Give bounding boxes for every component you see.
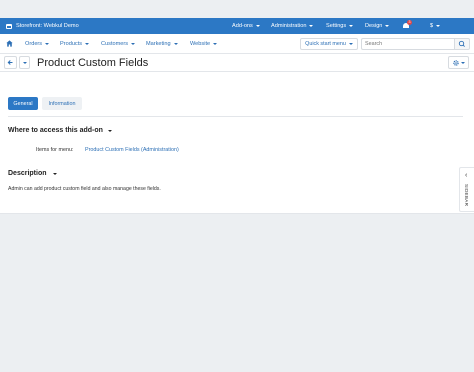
- search-button[interactable]: [454, 38, 470, 50]
- currency-label: $: [430, 23, 434, 29]
- nav-products[interactable]: Products: [60, 34, 90, 54]
- back-button[interactable]: [4, 56, 17, 69]
- store-icon: [6, 23, 12, 29]
- menu-design[interactable]: Design: [365, 18, 390, 34]
- access-section-toggle[interactable]: Where to access this add-on: [8, 127, 112, 134]
- chevron-left-icon: ‹: [465, 172, 468, 179]
- chevron-down-icon: [85, 43, 90, 45]
- page-title: Product Custom Fields: [37, 57, 149, 69]
- search-icon: [458, 40, 465, 47]
- tab-information[interactable]: Information: [42, 97, 82, 110]
- main-content: General Information Where to access this…: [0, 72, 474, 214]
- description-text: Admin can add product custom field and a…: [8, 186, 161, 192]
- storefront-label: Storefront: Webkul Demo: [16, 23, 79, 29]
- nav-orders-label: Orders: [25, 41, 43, 47]
- chevron-down-icon: [461, 61, 465, 64]
- chevron-down-icon: [255, 25, 260, 27]
- gear-icon: [453, 59, 459, 66]
- search-input[interactable]: [361, 38, 454, 50]
- tab-general[interactable]: General: [8, 97, 38, 110]
- page-header: Product Custom Fields: [0, 54, 474, 72]
- chevron-down-icon: [22, 62, 27, 64]
- notification-badge: 3: [407, 20, 412, 25]
- chevron-down-icon: [309, 25, 314, 27]
- chevron-down-icon: [436, 25, 441, 27]
- menu-item-link[interactable]: Product Custom Fields (Administration): [85, 147, 179, 153]
- menu-settings[interactable]: Settings: [326, 18, 354, 34]
- access-section-heading: Where to access this add-on: [8, 127, 103, 134]
- nav-marketing-label: Marketing: [146, 41, 171, 47]
- chevron-down-icon: [348, 43, 353, 45]
- chevron-down-icon: [131, 43, 136, 45]
- notifications-button[interactable]: 3: [403, 20, 412, 29]
- quick-start-label: Quick start menu: [305, 41, 346, 47]
- main-nav: Orders Products Customers Marketing Webs…: [0, 34, 474, 54]
- nav-marketing[interactable]: Marketing: [146, 34, 178, 54]
- menu-design-label: Design: [365, 23, 383, 29]
- nav-customers[interactable]: Customers: [101, 34, 136, 54]
- chevron-down-icon: [213, 43, 218, 45]
- divider: [8, 116, 463, 117]
- chevron-down-icon: [45, 43, 50, 45]
- back-arrow-icon: [7, 60, 13, 65]
- home-icon[interactable]: [6, 40, 13, 47]
- menu-addons[interactable]: Add-ons: [232, 18, 260, 34]
- menu-settings-label: Settings: [326, 23, 347, 29]
- menu-administration[interactable]: Administration: [271, 18, 314, 34]
- nav-website-label: Website: [190, 41, 211, 47]
- quick-start-menu-button[interactable]: Quick start menu: [300, 38, 358, 50]
- chevron-down-icon: [385, 25, 390, 27]
- storefront-link[interactable]: Storefront: Webkul Demo: [6, 18, 79, 34]
- currency-menu[interactable]: $: [430, 18, 441, 34]
- sidebar-label: SIDEBAR: [464, 184, 469, 207]
- description-section-toggle[interactable]: Description: [8, 170, 57, 177]
- description-heading: Description: [8, 170, 47, 177]
- nav-website[interactable]: Website: [190, 34, 218, 54]
- sidebar-toggle[interactable]: ‹ SIDEBAR: [459, 167, 474, 212]
- nav-customers-label: Customers: [101, 41, 129, 47]
- page-actions-dropdown[interactable]: [19, 56, 30, 69]
- nav-orders[interactable]: Orders: [25, 34, 50, 54]
- menu-administration-label: Administration: [271, 23, 307, 29]
- chevron-down-icon: [173, 43, 178, 45]
- chevron-down-icon: [107, 129, 112, 132]
- chevron-down-icon: [349, 25, 354, 27]
- settings-dropdown-button[interactable]: [448, 56, 469, 69]
- nav-products-label: Products: [60, 41, 83, 47]
- top-bar: Storefront: Webkul Demo Add-ons Administ…: [0, 18, 474, 34]
- items-for-menu-label: Items for menu:: [36, 147, 74, 153]
- chevron-down-icon: [52, 172, 57, 175]
- menu-addons-label: Add-ons: [232, 23, 253, 29]
